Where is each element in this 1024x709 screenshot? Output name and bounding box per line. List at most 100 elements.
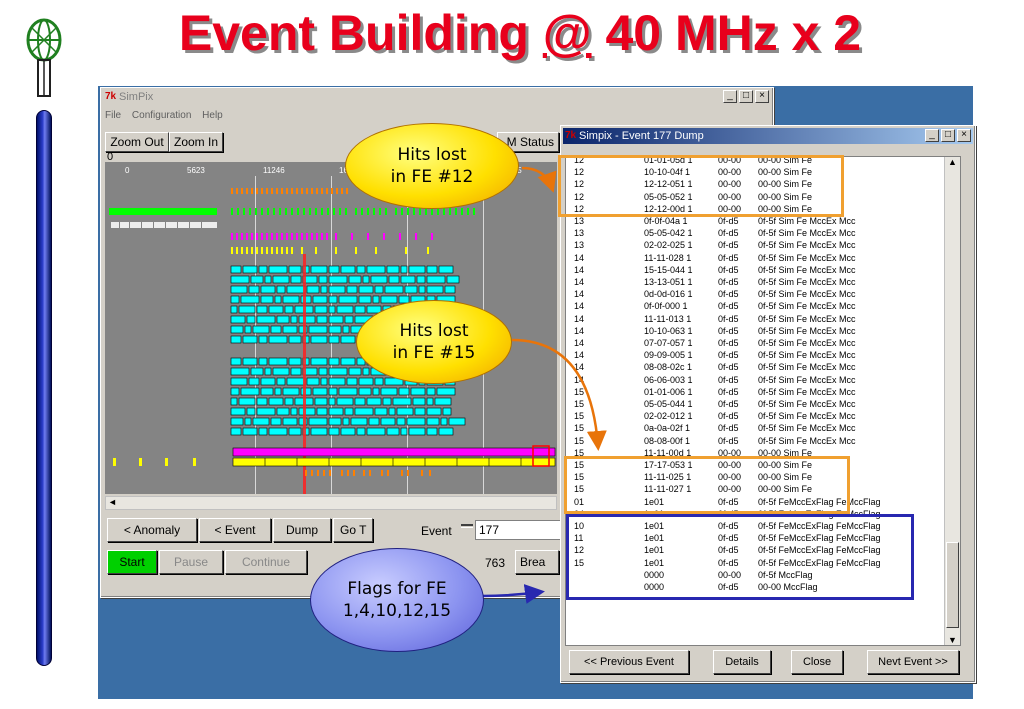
hit-cell [426,265,438,274]
hit-cell [264,367,272,376]
close-x-button[interactable]: × [957,129,971,142]
horizontal-scrollbar[interactable]: ◄ [105,496,557,510]
hit-cell [404,285,418,294]
list-cell: 0f-d5 [718,435,739,446]
close-button[interactable]: Close [791,650,843,674]
maximize-button[interactable]: □ [941,129,955,142]
list-cell: 0f-d5 [718,228,739,239]
list-cell: 14 [574,362,585,373]
event-number-input[interactable]: 177 [475,520,561,540]
hit-cell [366,397,382,406]
title-at: @ [542,5,592,61]
scroll-down-arrow-icon[interactable]: ▼ [948,635,957,645]
list-cell: 0f-5f Sim Fe MccEx Mcc [758,289,856,300]
details-button[interactable]: Details [713,650,771,674]
list-cell: 14 [574,301,585,312]
hit-cell [286,285,306,294]
list-cell: 13 [574,240,585,251]
hit-cell [256,397,268,406]
dump-button[interactable]: Dump [273,518,331,542]
pause-button[interactable]: Pause [159,550,223,574]
callout-hits-lost-fe12: Hits lost in FE #12 [345,123,519,209]
hit-cell [230,325,244,334]
list-cell: 05-05-044 1 [644,399,693,409]
hit-cell [306,285,320,294]
list-cell: 0f-5f Sim Fe MccEx Mcc [758,216,856,226]
hit-cell [282,417,298,426]
list-cell: 15 [574,411,585,422]
event-prev-button[interactable]: < Event [199,518,271,542]
close-x-button[interactable]: × [755,90,769,103]
next-event-button[interactable]: Nevt Event >> [867,650,959,674]
menu-file[interactable]: File [105,110,121,121]
hit-cell [426,427,438,436]
hit-cell [328,397,336,406]
hit-cell [312,387,328,396]
hit-cell [328,265,340,274]
hit-cell [406,417,426,426]
hit-cell [348,275,362,284]
hit-cell [316,407,328,416]
list-cell: 15 [574,386,585,397]
hit-cell [398,387,410,396]
list-cell: 0f-5f Sim Fe MccEx Mcc [758,228,856,239]
list-cell: 0f-5f Sim Fe MccEx Mcc [758,374,856,385]
hit-cell [362,275,370,284]
slide: Event Building @ 40 MHz x 2 7k SimPix _ … [0,0,1024,709]
list-cell: 0f-5f Sim Fe MccEx Mcc [758,411,856,422]
zoom-in-button[interactable]: Zoom In [169,132,223,152]
hit-cell [368,417,380,426]
menu-configuration[interactable]: Configuration [132,110,191,121]
previous-event-button[interactable]: << Previous Event [569,650,689,674]
callout-flags: Flags for FE 1,4,10,12,15 [310,548,484,652]
hit-cell [328,285,346,294]
simpix-menubar: File Configuration Help [105,110,231,121]
vertical-rod-decoration [36,110,52,666]
hit-cell [252,325,270,334]
break-button[interactable]: Brea [515,550,559,574]
scroll-thumb[interactable] [946,542,959,628]
hit-cell [230,417,244,426]
hit-cell [230,377,248,386]
position-value: 0 [107,151,114,163]
hit-cell [446,275,460,284]
anomaly-prev-button[interactable]: < Anomaly [107,518,197,542]
dump-titlebar: 7k Simpix - Event 177 Dump _ □ × [563,128,973,144]
tk-feather-icon: 7k [105,91,117,102]
event-spinner-icon[interactable] [461,524,473,528]
highlight-fe15-box [564,456,850,514]
scroll-left-arrow-icon[interactable]: ◄ [108,497,117,507]
start-button[interactable]: Start [107,550,157,574]
hit-cell [240,295,260,304]
hit-cell [354,397,366,406]
hit-cell [238,305,256,314]
goto-button[interactable]: Go T [333,518,373,542]
zoom-out-button[interactable]: Zoom Out [105,132,169,152]
hit-cell [380,417,396,426]
hit-cell [340,357,356,366]
hit-cell [328,295,338,304]
hit-cell [264,275,272,284]
maximize-button[interactable]: □ [739,90,753,103]
hit-cell [272,367,290,376]
minimize-button[interactable]: _ [723,90,737,103]
hit-cell [284,305,294,314]
hit-cell [328,325,342,334]
hit-cell [272,275,290,284]
continue-button[interactable]: Continue [225,550,307,574]
menu-help[interactable]: Help [202,110,223,121]
simpix-title: SimPix [119,91,154,103]
list-cell: 0f-5f Sim Fe MccEx Mcc [758,362,856,373]
minimize-button[interactable]: _ [925,129,939,142]
hit-cell [354,407,374,416]
hit-cell [288,335,302,344]
hit-cell [314,397,328,406]
hit-cell [328,367,348,376]
hit-cell [382,397,392,406]
scroll-up-arrow-icon[interactable]: ▲ [948,157,957,167]
list-cell: 0f-5f Sim Fe MccEx Mcc [758,252,856,263]
hit-cell [268,265,288,274]
hit-cell [268,357,288,366]
list-cell: 0f-d5 [718,362,739,373]
vertical-scrollbar[interactable]: ▲ ▼ [944,157,960,645]
